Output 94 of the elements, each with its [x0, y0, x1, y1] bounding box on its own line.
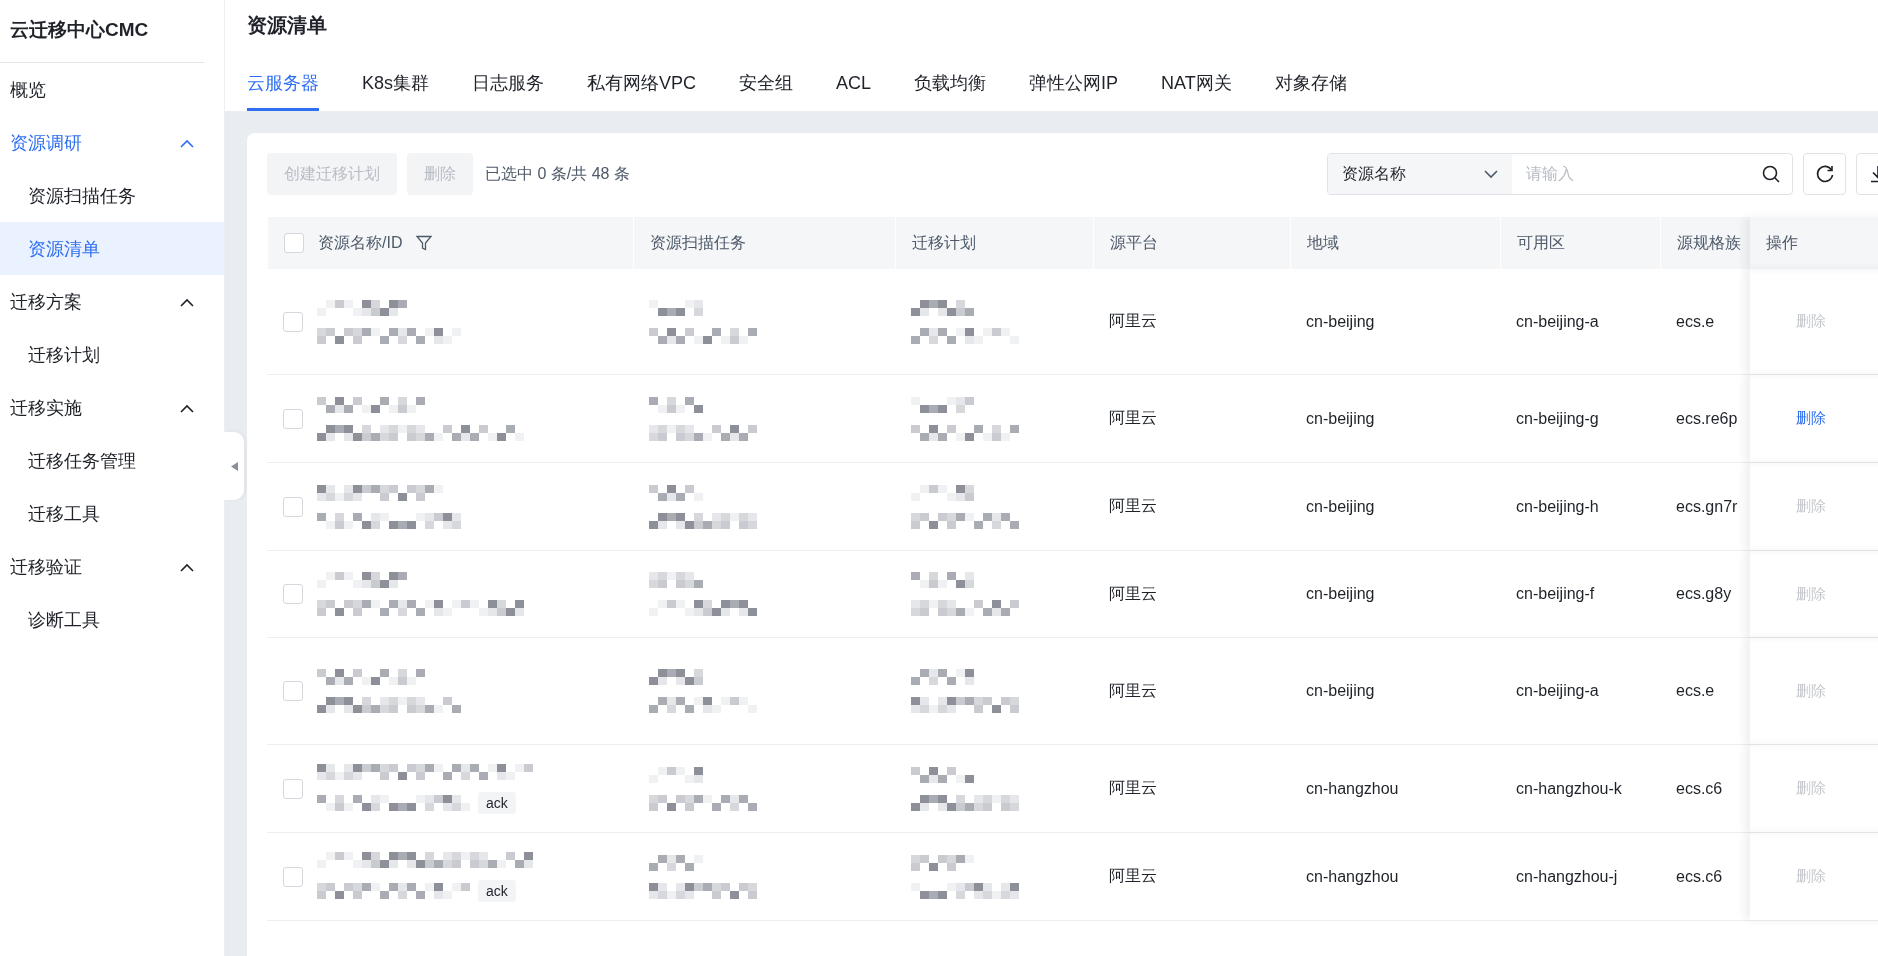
tab[interactable]: K8s集群	[362, 58, 430, 111]
table-cell: cn-beijing	[1306, 585, 1375, 603]
chevron-icon	[180, 298, 194, 307]
table-cell: cn-hangzhou	[1306, 779, 1399, 798]
tab[interactable]: 云服务器	[247, 58, 319, 111]
table-cell-text: 阿里云	[1109, 778, 1157, 798]
pixelated-text	[649, 299, 703, 316]
chevron-icon	[180, 404, 194, 413]
row-checkbox[interactable]	[283, 584, 303, 604]
sidebar-item[interactable]: 概览	[0, 63, 224, 116]
table-cell-text: 阿里云	[1109, 311, 1157, 331]
tag: ack	[478, 791, 516, 814]
row-checkbox[interactable]	[283, 681, 303, 701]
collapse-handle[interactable]	[224, 432, 244, 500]
sidebar-subitem[interactable]: 资源扫描任务	[0, 169, 224, 222]
sidebar-subitem[interactable]: 资源清单	[0, 222, 224, 275]
column-header: 资源扫描任务	[650, 232, 746, 253]
pixelated-text	[649, 854, 703, 871]
table-cell-text: 阿里云	[1109, 496, 1157, 516]
chevron-icon	[180, 139, 194, 148]
table-cell-text: 阿里云	[1109, 680, 1157, 701]
table-cell: cn-beijing-g	[1516, 409, 1599, 428]
table-cell: cn-beijing-a	[1516, 312, 1599, 331]
delete-link[interactable]: 删除	[1796, 409, 1826, 428]
chevron-icon	[180, 563, 194, 572]
table-cell: ecs.e	[1676, 312, 1715, 331]
row-checkbox[interactable]	[283, 496, 303, 517]
selection-count: 已选中 0 条/共 48 条	[485, 163, 630, 184]
table-cell: cn-beijing	[1306, 409, 1375, 428]
tab[interactable]: 私有网络VPC	[587, 58, 697, 111]
table-cell: ecs.c6	[1676, 867, 1723, 886]
table-cell: cn-beijing	[1306, 497, 1375, 516]
app-title: 云迁移中心CMC	[0, 0, 204, 63]
pixelated-text	[911, 669, 974, 685]
table-cell: cn-beijing-a	[1516, 682, 1599, 700]
pixelated-text	[911, 572, 974, 588]
filter-icon[interactable]	[416, 235, 433, 251]
table-cell: cn-beijing-h	[1516, 497, 1599, 516]
pixelated-text	[649, 669, 703, 685]
table-cell-text: 阿里云	[1109, 866, 1157, 886]
pixelated-text	[911, 396, 974, 413]
tab[interactable]: 日志服务	[472, 58, 545, 111]
pixelated-text	[911, 766, 974, 783]
page-title: 资源清单	[247, 13, 328, 38]
table-cell: cn-beijing-f	[1516, 585, 1595, 603]
pixelated-text	[649, 484, 703, 501]
tab[interactable]: NAT网关	[1161, 58, 1232, 111]
sidebar-subitem[interactable]: 诊断工具	[0, 593, 224, 646]
tab[interactable]: 安全组	[739, 58, 794, 111]
row-checkbox[interactable]	[283, 408, 303, 429]
table-cell: cn-hangzhou-j	[1516, 867, 1618, 886]
row-checkbox[interactable]	[283, 778, 303, 799]
column-header: 迁移计划	[912, 232, 976, 253]
tab[interactable]: 对象存储	[1274, 58, 1347, 111]
collapse-icon	[230, 461, 238, 471]
sidebar-subitem[interactable]: 迁移工具	[0, 487, 224, 540]
column-header: 可用区	[1517, 232, 1565, 253]
column-header: 源平台	[1110, 232, 1158, 253]
table-cell: ecs.e	[1676, 682, 1715, 700]
column-header: 地域	[1307, 232, 1339, 253]
table-cell-text: 阿里云	[1109, 583, 1157, 604]
tag: ack	[478, 879, 516, 902]
pixelated-text	[649, 766, 703, 783]
refresh-icon	[1814, 164, 1835, 184]
tab[interactable]: ACL	[836, 58, 872, 111]
sidebar-item[interactable]: 迁移验证	[0, 540, 224, 593]
row-checkbox[interactable]	[283, 866, 303, 887]
pixelated-text	[649, 396, 703, 413]
sidebar-item[interactable]: 迁移实施	[0, 381, 224, 434]
column-header: 源规格族	[1677, 232, 1741, 253]
column-header: 操作	[1766, 232, 1798, 253]
sidebar-item[interactable]: 迁移方案	[0, 275, 224, 328]
pixelated-text	[911, 484, 974, 501]
table-cell: ecs.gn7r	[1676, 497, 1738, 516]
row-checkbox[interactable]	[283, 311, 303, 332]
tab[interactable]: 弹性公网IP	[1029, 58, 1119, 111]
pixelated-text	[911, 854, 974, 871]
table-cell: cn-beijing	[1306, 312, 1375, 331]
table-cell: cn-beijing	[1306, 682, 1375, 700]
sidebar-subitem[interactable]: 迁移任务管理	[0, 434, 224, 487]
tab[interactable]: 负载均衡	[914, 58, 987, 111]
table-cell: ecs.g8y	[1676, 585, 1732, 603]
table-cell-text: 阿里云	[1109, 408, 1157, 428]
sidebar-item[interactable]: 资源调研	[0, 116, 224, 169]
table-cell: ecs.c6	[1676, 779, 1723, 798]
table-cell: cn-hangzhou-k	[1516, 779, 1622, 798]
column-header: 资源名称/ID	[318, 232, 403, 253]
select-all-checkbox[interactable]	[284, 233, 304, 253]
table-cell: ecs.re6p	[1676, 409, 1738, 428]
sidebar-subitem[interactable]: 迁移计划	[0, 328, 224, 381]
table-cell: cn-hangzhou	[1306, 867, 1399, 886]
pixelated-text	[649, 572, 703, 588]
pixelated-text	[911, 299, 974, 316]
refresh-button[interactable]	[1803, 153, 1846, 195]
